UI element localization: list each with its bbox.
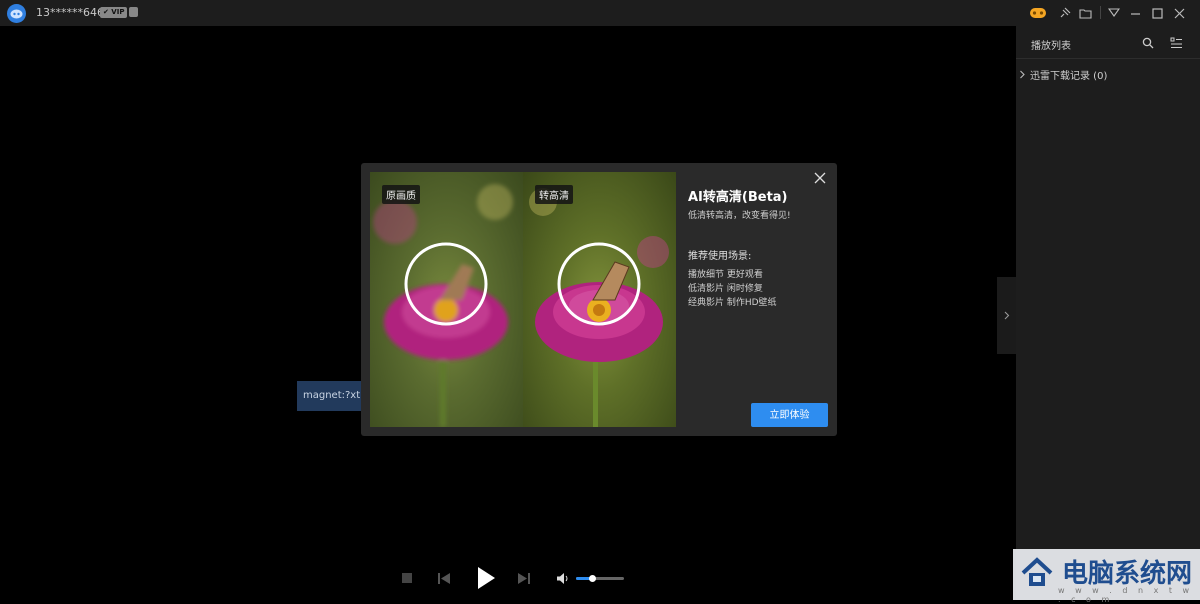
recommend-title: 推荐使用场景:: [688, 251, 752, 262]
pin-icon[interactable]: [1056, 4, 1074, 22]
scenario-item: 低清影片 闲时修复: [688, 284, 763, 294]
list-item[interactable]: 迅雷下载记录 (0): [1019, 67, 1107, 82]
vip-badge: ✔ VIP: [100, 7, 128, 18]
watermark-url: w w w . d n x t w . c o m: [1058, 586, 1194, 604]
folder-icon[interactable]: [1076, 4, 1094, 22]
original-quality-label: 原画质: [382, 185, 420, 204]
dialog-title: AI转高清(Beta): [688, 190, 788, 205]
volume-icon[interactable]: [556, 569, 570, 587]
playlist-panel: [1016, 26, 1200, 600]
house-logo-icon: [1021, 557, 1053, 586]
search-icon[interactable]: [1139, 34, 1157, 52]
watermark-text: 电脑系统网: [1062, 559, 1193, 589]
volume-slider-handle[interactable]: [589, 575, 597, 582]
username: 13******646: [36, 6, 104, 19]
hd-label: 转高清: [535, 185, 573, 204]
original-quality-image: [370, 172, 523, 427]
scenario-item: 经典影片 制作HD壁纸: [688, 298, 777, 308]
level-badge-icon: [129, 7, 138, 17]
playlist-title: 播放列表: [1031, 41, 1071, 52]
try-now-button[interactable]: 立即体验: [751, 403, 828, 427]
title-bar: [0, 0, 1200, 26]
dialog-subtitle: 低清转高清，改变看得见!: [688, 211, 791, 221]
minimize-icon[interactable]: [1126, 4, 1144, 22]
dialog-close-icon[interactable]: [813, 171, 827, 185]
stop-icon[interactable]: [401, 569, 413, 587]
avatar-icon: [10, 9, 23, 18]
next-icon[interactable]: [517, 569, 531, 587]
list-item-label: 迅雷下载记录 (0): [1030, 71, 1108, 82]
chevron-right-icon: [1004, 311, 1009, 320]
chevron-right-icon: [1020, 70, 1025, 79]
scenario-item: 播放细节 更好观看: [688, 270, 763, 280]
titlebar-divider: [1100, 6, 1101, 19]
previous-icon[interactable]: [437, 569, 451, 587]
triangle-down-icon[interactable]: [1105, 4, 1123, 22]
avatar[interactable]: [7, 4, 26, 23]
play-icon[interactable]: [476, 567, 496, 589]
panel-collapse-button[interactable]: [997, 277, 1016, 354]
hd-image: [523, 172, 676, 427]
game-icon[interactable]: [1029, 4, 1047, 22]
maximize-icon[interactable]: [1148, 4, 1166, 22]
panel-divider: [1016, 58, 1200, 59]
close-icon[interactable]: [1170, 4, 1188, 22]
magnet-link-box[interactable]: magnet:?xt=u: [297, 381, 367, 411]
list-settings-icon[interactable]: [1167, 34, 1185, 52]
